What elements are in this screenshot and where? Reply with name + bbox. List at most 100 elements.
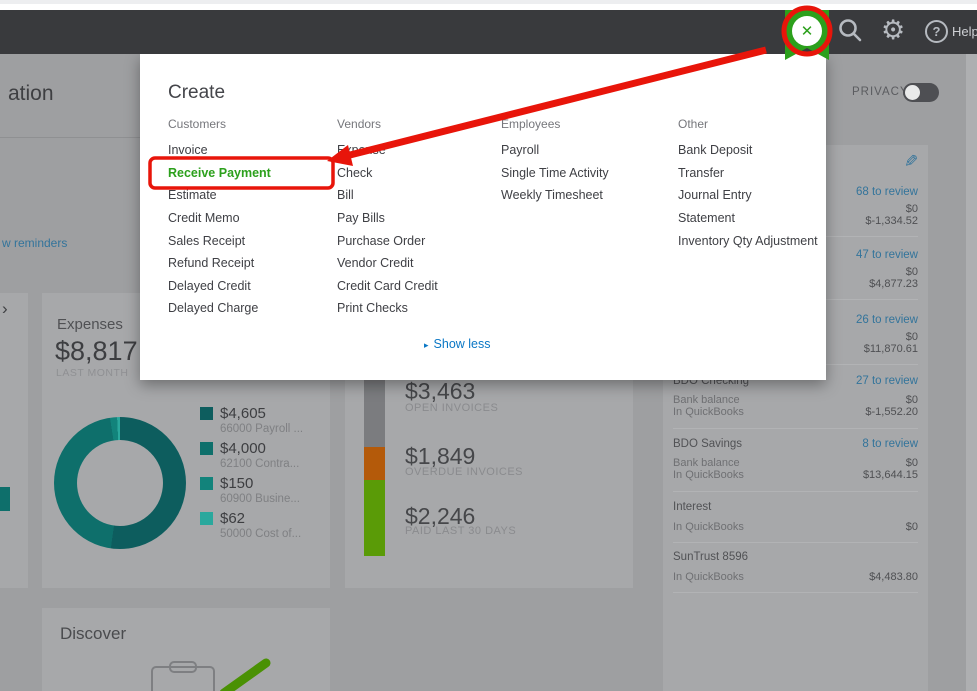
invoices-bar-paid[interactable] — [364, 480, 385, 556]
view-reminders-link[interactable]: w reminders — [2, 236, 67, 250]
legend-value: $150 — [220, 475, 253, 492]
divider — [673, 542, 918, 543]
privacy-toggle-knob — [905, 85, 920, 100]
show-less-label: Show less — [434, 337, 491, 351]
account-name[interactable]: BDO Savings — [673, 438, 742, 450]
clipped-legend-swatch — [0, 487, 10, 511]
clipboard-pencil-icon — [140, 655, 290, 691]
legend-label: 62100 Contra... — [220, 458, 299, 470]
menu-item-delayed-charge[interactable]: Delayed Charge — [168, 301, 258, 315]
divider — [673, 428, 918, 429]
legend-label: 50000 Cost of... — [220, 528, 301, 540]
quickbooks-screen: ation w reminders PRIVACY › Expenses $8,… — [0, 0, 977, 691]
menu-item-expense[interactable]: Expense — [337, 143, 386, 157]
menu-item-payroll[interactable]: Payroll — [501, 143, 539, 157]
expenses-period-label: LAST MONTH — [56, 367, 128, 379]
menu-item-vendor-credit[interactable]: Vendor Credit — [337, 256, 413, 270]
column-header-customers: Customers — [168, 117, 226, 131]
in-quickbooks-label: In QuickBooks — [673, 406, 744, 418]
column-header-other: Other — [678, 117, 708, 131]
legend-swatch — [200, 442, 213, 455]
chevron-right-icon[interactable]: › — [2, 299, 8, 319]
menu-item-bill[interactable]: Bill — [337, 188, 354, 202]
menu-item-weekly-timesheet[interactable]: Weekly Timesheet — [501, 188, 603, 202]
column-header-employees: Employees — [501, 117, 560, 131]
to-review-link[interactable]: 26 to review — [856, 314, 918, 326]
legend-item[interactable]: $62 50000 Cost of... — [200, 510, 325, 543]
menu-item-delayed-credit[interactable]: Delayed Credit — [168, 279, 251, 293]
open-invoices-label: OPEN INVOICES — [405, 402, 498, 414]
top-navigation-bar — [0, 10, 977, 54]
edit-pencil-icon[interactable]: ✎ — [904, 152, 918, 172]
show-less-link[interactable]: ▸Show less — [424, 337, 491, 351]
in-quickbooks-value: $13,644.15 — [863, 469, 918, 481]
menu-item-purchase-order[interactable]: Purchase Order — [337, 234, 425, 248]
discover-card-title: Discover — [60, 624, 126, 644]
in-quickbooks-label: In QuickBooks — [673, 571, 744, 583]
in-quickbooks-value: $11,870.61 — [864, 343, 918, 355]
bank-balance-value: $0 — [906, 457, 918, 469]
legend-label: 66000 Payroll ... — [220, 423, 303, 435]
menu-item-credit-memo[interactable]: Credit Memo — [168, 211, 240, 225]
bank-balance-value: $0 — [906, 203, 918, 215]
account-name[interactable]: SunTrust 8596 — [673, 551, 748, 563]
page-heading-fragment: ation — [8, 82, 54, 106]
to-review-link[interactable]: 27 to review — [856, 375, 918, 387]
menu-item-inventory-qty-adjustment[interactable]: Inventory Qty Adjustment — [678, 234, 818, 248]
divider — [673, 491, 918, 492]
legend-value: $4,000 — [220, 440, 266, 457]
menu-item-journal-entry[interactable]: Journal Entry — [678, 188, 752, 202]
legend-swatch — [200, 477, 213, 490]
legend-swatch — [200, 512, 213, 525]
bank-balance-label: Bank balance — [673, 457, 740, 469]
bank-balance-label: Bank balance — [673, 394, 740, 406]
menu-item-invoice[interactable]: Invoice — [168, 143, 208, 157]
menu-item-estimate[interactable]: Estimate — [168, 188, 217, 202]
in-quickbooks-label: In QuickBooks — [673, 469, 744, 481]
menu-item-single-time-activity[interactable]: Single Time Activity — [501, 166, 609, 180]
help-label[interactable]: Help — [952, 24, 977, 39]
create-button-close-icon[interactable]: ✕ — [792, 16, 822, 46]
in-quickbooks-value: $4,483.80 — [869, 571, 918, 583]
legend-item[interactable]: $4,605 66000 Payroll ... — [200, 405, 325, 438]
menu-item-print-checks[interactable]: Print Checks — [337, 301, 408, 315]
in-quickbooks-value: $0 — [906, 521, 918, 533]
legend-item[interactable]: $4,000 62100 Contra... — [200, 440, 325, 473]
menu-item-receive-payment[interactable]: Receive Payment — [168, 166, 271, 180]
invoices-bar-overdue[interactable] — [364, 447, 385, 480]
menu-item-pay-bills[interactable]: Pay Bills — [337, 211, 385, 225]
overdue-invoices-label: OVERDUE INVOICES — [405, 466, 523, 478]
to-review-link[interactable]: 8 to review — [862, 438, 918, 450]
legend-swatch — [200, 407, 213, 420]
menu-item-credit-card-credit[interactable]: Credit Card Credit — [337, 279, 438, 293]
menu-item-sales-receipt[interactable]: Sales Receipt — [168, 234, 245, 248]
clipped-left-card — [0, 293, 28, 588]
in-quickbooks-label: In QuickBooks — [673, 521, 744, 533]
privacy-toggle[interactable] — [903, 83, 939, 102]
open-invoices-amount: $3,463 — [405, 378, 475, 405]
page-scrollbar[interactable] — [966, 54, 977, 691]
menu-item-refund-receipt[interactable]: Refund Receipt — [168, 256, 254, 270]
menu-item-statement[interactable]: Statement — [678, 211, 735, 225]
menu-item-bank-deposit[interactable]: Bank Deposit — [678, 143, 752, 157]
search-icon[interactable] — [837, 17, 865, 45]
legend-value: $62 — [220, 510, 245, 527]
divider — [673, 592, 918, 593]
in-quickbooks-value: $4,877.23 — [869, 278, 918, 290]
in-quickbooks-value: $-1,334.52 — [865, 215, 918, 227]
help-icon[interactable]: ? — [925, 20, 948, 43]
account-name[interactable]: Interest — [673, 501, 711, 513]
bank-balance-value: $0 — [906, 331, 918, 343]
expenses-card-title: Expenses — [57, 316, 123, 333]
legend-item[interactable]: $150 60900 Busine... — [200, 475, 325, 508]
to-review-link[interactable]: 47 to review — [856, 249, 918, 261]
menu-item-transfer[interactable]: Transfer — [678, 166, 724, 180]
paid-invoices-label: PAID LAST 30 DAYS — [405, 525, 516, 537]
to-review-link[interactable]: 68 to review — [856, 186, 918, 198]
create-menu: Create Customers Invoice Receive Payment… — [140, 54, 826, 380]
menu-item-check[interactable]: Check — [337, 166, 372, 180]
bank-balance-value: $0 — [906, 394, 918, 406]
gear-icon[interactable]: ⚙ — [881, 15, 905, 45]
create-menu-title: Create — [168, 82, 225, 104]
legend-label: 60900 Busine... — [220, 493, 300, 505]
